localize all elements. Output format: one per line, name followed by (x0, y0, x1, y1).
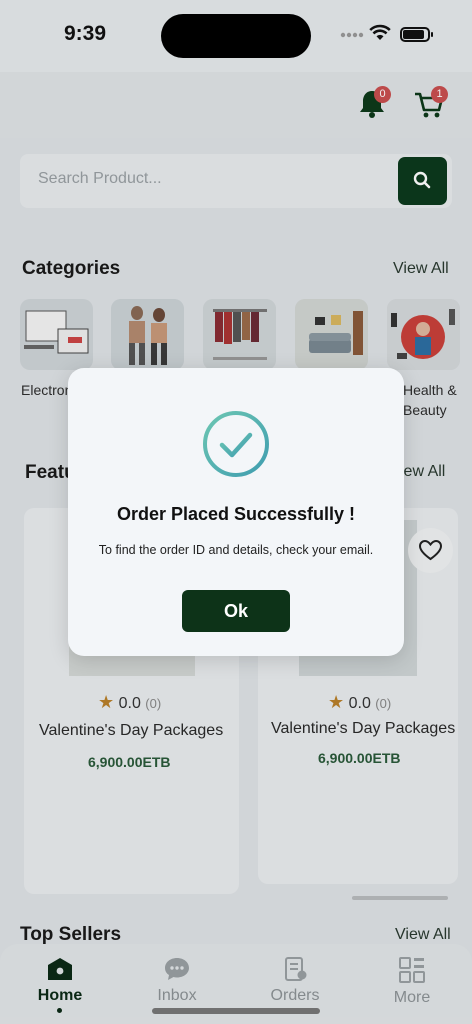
ok-button[interactable]: Ok (182, 590, 290, 632)
dialog-message: To find the order ID and details, check … (98, 543, 374, 557)
success-check-icon (203, 411, 269, 477)
dialog-title: Order Placed Successfully ! (116, 504, 356, 524)
order-success-dialog: Order Placed Successfully ! To find the … (68, 368, 404, 656)
